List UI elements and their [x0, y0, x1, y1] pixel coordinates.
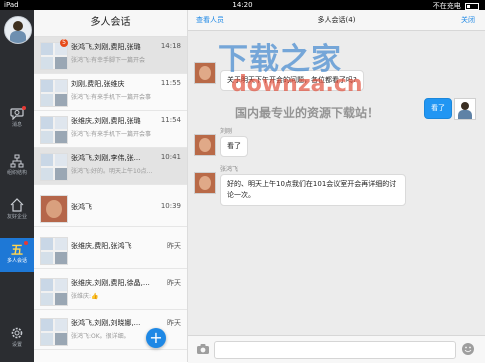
nav-label: 多人会话: [6, 258, 27, 264]
chat-title: 多人会话(4): [317, 16, 356, 24]
conversation-time: 10:41: [160, 153, 181, 161]
message-input-bar: [188, 335, 485, 363]
gear-icon: [11, 327, 23, 339]
contact-avatar: [40, 195, 68, 223]
conversation-name: 张鸿飞,刘刚,李伟,张...: [71, 154, 141, 162]
conversation-row[interactable]: 刘刚,费阳,张维庆 11:55 张鸿飞:有来手机下一篇开会事: [34, 74, 187, 111]
conversation-name: 刘刚,费阳,张维庆: [71, 80, 125, 88]
group-avatar: [40, 237, 68, 265]
conversation-time: 昨天: [167, 242, 181, 250]
nav-item-settings[interactable]: 设置: [0, 322, 34, 356]
chat-header: 查看人员 多人会话(4) 关闭: [188, 10, 485, 31]
nav-label: 友好企业: [6, 214, 27, 220]
unread-dot: [24, 241, 28, 245]
sender-avatar: [194, 172, 216, 194]
conversation-time: 11:54: [160, 116, 181, 124]
status-bar: iPad 14:20 不在充电: [0, 0, 485, 10]
emoji-icon[interactable]: [461, 342, 475, 356]
conversation-name: 张鸿飞: [71, 203, 92, 211]
battery-label: 不在充电: [432, 2, 461, 10]
conversation-name: 张维庆,费阳,张鸿飞: [71, 242, 132, 250]
message-input[interactable]: [214, 341, 456, 359]
conversation-time: 10:39: [160, 202, 181, 210]
unread-badge: 5: [60, 39, 68, 47]
conversation-name: 张维庆,刘刚,费阳,张璐: [71, 117, 141, 125]
conversation-row[interactable]: 张维庆,刘刚,费阳,张璐 11:54 张鸿飞:有来手机下一篇开会事: [34, 111, 187, 148]
watermark-slogan: 国内最专业的资源下载站！: [235, 106, 380, 120]
close-button[interactable]: 关闭: [461, 15, 475, 25]
sender-avatar: [194, 62, 216, 84]
conversation-time: 昨天: [167, 319, 181, 327]
nav-item-org-structure[interactable]: 组织结构: [0, 150, 34, 184]
conversation-name: 张鸿飞,刘刚,费阳,张璐: [71, 43, 141, 51]
conversation-preview: 张鸿飞:有来手机下一篇开会事: [71, 94, 152, 101]
clock: 14:20: [232, 1, 253, 9]
camera-icon[interactable]: [196, 343, 210, 355]
my-avatar: [454, 98, 476, 120]
unread-dot: [22, 106, 26, 110]
conversation-name: 张鸿飞,刘刚,刘晓娜,...: [71, 319, 141, 327]
message-bubble: 看了: [220, 136, 248, 157]
conversation-preview: 张鸿飞:有幸手脚下一篇开会: [71, 57, 146, 64]
battery-icon: [465, 2, 479, 10]
conversation-preview: 张鸿飞:有来手机下一篇开会事: [71, 131, 152, 138]
conversation-preview: 张维庆:👍: [71, 293, 99, 300]
sender-name: 张鸿飞: [220, 166, 239, 173]
conversation-name: 张维庆,刘刚,费阳,徐晶,刘...: [71, 279, 153, 287]
home-icon: [10, 198, 24, 212]
watermark-domain: downza.cn: [231, 72, 363, 97]
conversation-list: 多人会话 5 张鸿飞,刘刚,费阳,张璐 14:18 张鸿飞:有幸手脚下一篇开会 …: [34, 10, 188, 362]
conversation-preview: 张鸿飞:好的。明天上午10点...: [71, 168, 153, 175]
conversation-row[interactable]: 张鸿飞,刘刚,李伟,张... 10:41 张鸿飞:好的。明天上午10点...: [34, 148, 187, 185]
group-avatar: [40, 79, 68, 107]
group-chat-icon: 五: [11, 243, 23, 256]
group-avatar: [40, 318, 68, 346]
svg-text:五: 五: [11, 243, 23, 256]
user-avatar[interactable]: [4, 16, 32, 44]
conversation-row[interactable]: 5 张鸿飞,刘刚,费阳,张璐 14:18 张鸿飞:有幸手脚下一篇开会: [34, 37, 187, 74]
nav-label: 组织结构: [6, 170, 27, 176]
org-chart-icon: [10, 154, 24, 168]
conversation-row[interactable]: 张维庆,费阳,张鸿飞 昨天: [34, 232, 187, 269]
nav-item-messages[interactable]: 消息: [0, 102, 34, 136]
chat-panel: 查看人员 多人会话(4) 关闭 关于明天下午开会的问题，各位都看了吗? 看了 刘…: [188, 10, 485, 363]
new-group-chat-button[interactable]: +: [146, 328, 166, 348]
group-avatar: [40, 116, 68, 144]
conversation-time: 14:18: [160, 42, 181, 50]
list-title: 多人会话: [34, 10, 187, 37]
group-avatar: [40, 153, 68, 181]
nav-label: 设置: [11, 342, 22, 348]
conversation-row[interactable]: 张维庆,刘刚,费阳,徐晶,刘... 昨天 张维庆:👍: [34, 273, 187, 310]
nav-item-group-chat[interactable]: 五 多人会话: [0, 238, 34, 272]
conversation-row[interactable]: 张鸿飞 10:39: [34, 190, 187, 227]
left-nav: 消息 组织结构 友好企业 五 多人会话 设置: [0, 10, 34, 362]
group-avatar: [40, 278, 68, 306]
plus-icon: +: [149, 328, 163, 347]
my-message-bubble: 看了: [424, 98, 452, 119]
sender-name: 刘刚: [220, 128, 233, 135]
nav-item-partner-companies[interactable]: 友好企业: [0, 194, 34, 228]
nav-label: 消息: [11, 122, 22, 128]
conversation-time: 昨天: [167, 279, 181, 287]
sender-avatar: [194, 134, 216, 156]
message-bubble: 好的、明天上午10点我们在101会议室开会再详细的讨论一次。: [220, 174, 406, 206]
conversation-time: 11:55: [160, 79, 181, 87]
